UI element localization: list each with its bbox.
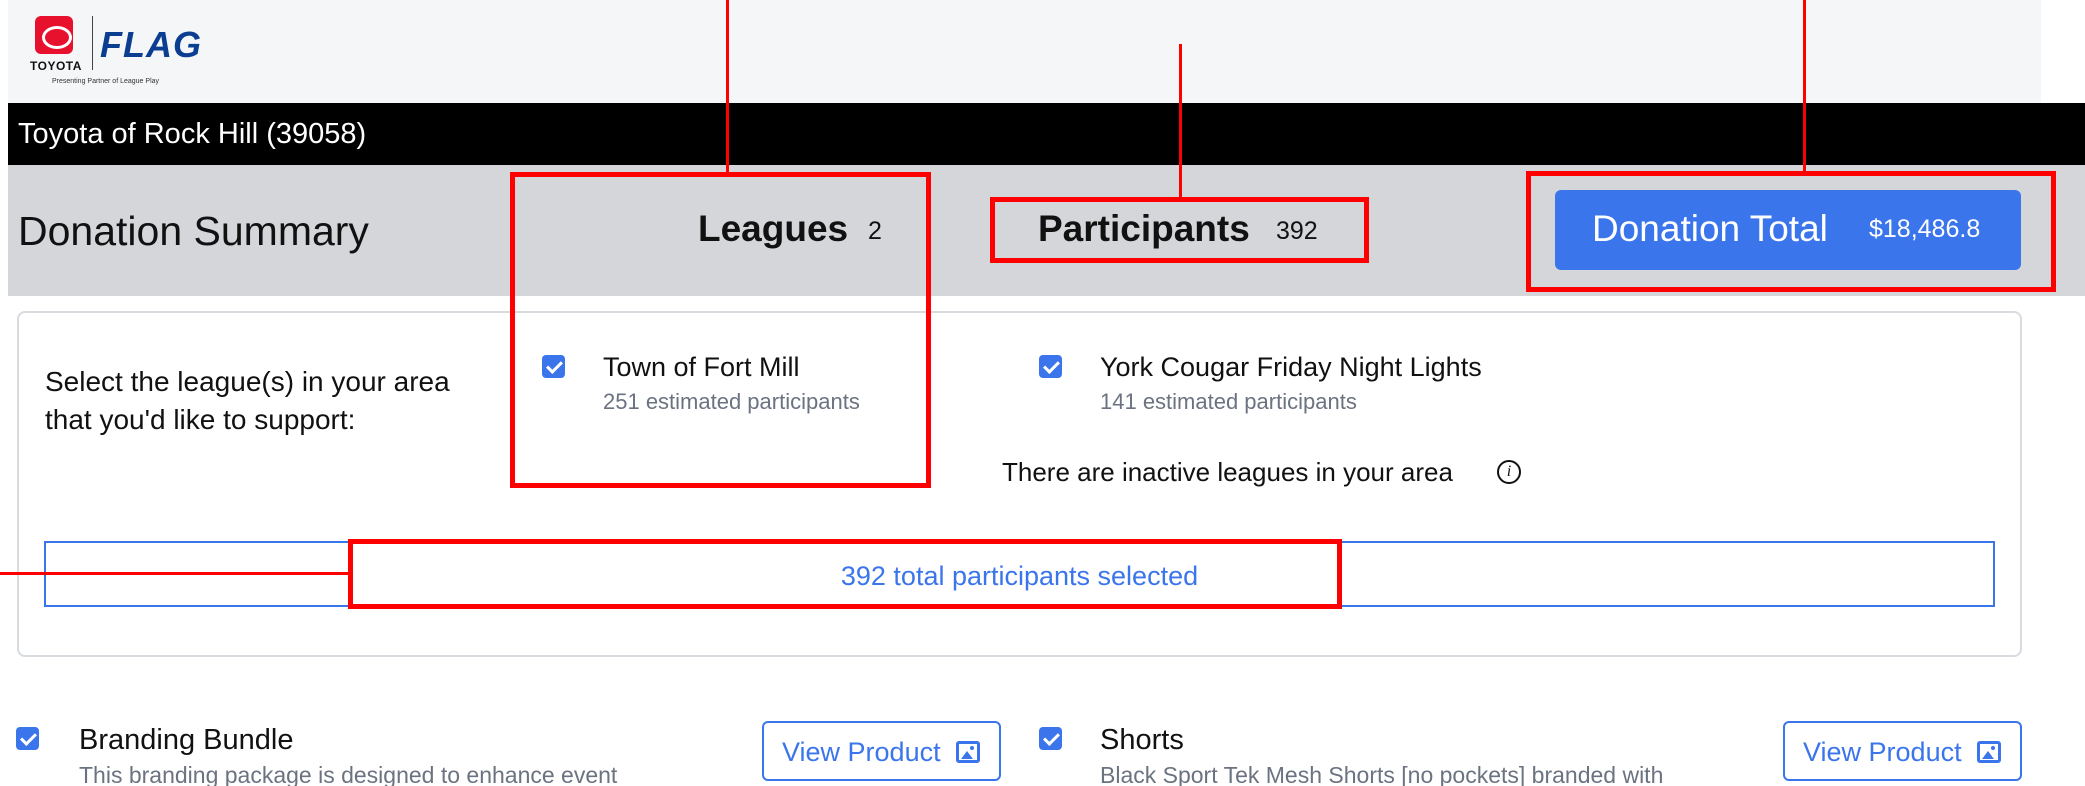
annotation-box-total: [348, 539, 1342, 609]
annotation-box-leagues: [510, 172, 931, 488]
product-description: Black Sport Tek Mesh Shorts [no pockets]…: [1100, 762, 1664, 786]
inactive-leagues-note: There are inactive leagues in your area: [1002, 457, 1453, 487]
site-header: TOYOTA FLAG Presenting Partner of League…: [8, 0, 2041, 103]
product-checkbox-branding-bundle[interactable]: [16, 727, 39, 750]
toyota-wordmark: TOYOTA: [30, 59, 82, 73]
annotation-line-donation: [1803, 0, 1806, 171]
product-checkbox-shorts[interactable]: [1039, 727, 1062, 750]
dealer-name-bar: Toyota of Rock Hill (39058): [8, 103, 2085, 165]
product-title: Branding Bundle: [79, 724, 294, 756]
league-checkbox-york-cougar[interactable]: [1039, 355, 1062, 378]
image-icon: [1977, 741, 2001, 763]
league-participants: 141 estimated participants: [1100, 389, 1357, 414]
toyota-logo: TOYOTA: [20, 14, 90, 74]
league-name: York Cougar Friday Night Lights: [1100, 352, 1482, 382]
annotation-line-leagues: [726, 0, 729, 172]
product-title: Shorts: [1100, 724, 1184, 756]
league-select-prompt: Select the league(s) in your area that y…: [45, 366, 450, 435]
annotation-line-total: [0, 572, 350, 575]
nfl-flag-logo-icon: FLAG: [100, 24, 202, 65]
image-icon: [956, 741, 980, 763]
info-icon[interactable]: i: [1497, 460, 1521, 484]
view-product-button-shorts[interactable]: View Product: [1783, 721, 2022, 781]
annotation-box-participants: [990, 197, 1369, 263]
annotation-line-participants: [1179, 44, 1182, 198]
view-product-label: View Product: [1803, 737, 1962, 767]
product-description: This branding package is designed to enh…: [79, 762, 618, 786]
logo-divider: [92, 16, 93, 70]
summary-title: Donation Summary: [18, 208, 369, 254]
toyota-logo-icon: [35, 16, 73, 54]
view-product-button-branding-bundle[interactable]: View Product: [762, 721, 1001, 781]
logo-tagline: Presenting Partner of League Play: [52, 78, 160, 85]
view-product-label: View Product: [782, 737, 941, 767]
annotation-box-donation: [1526, 171, 2056, 292]
